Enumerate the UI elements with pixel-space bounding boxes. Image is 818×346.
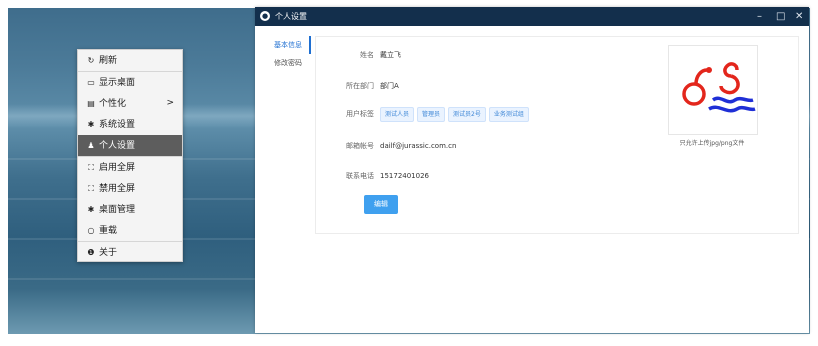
user-icon: ♟ (87, 141, 95, 150)
menu-item-show-desktop[interactable]: ▭ 显示桌面 (78, 72, 182, 93)
window-content: 基本信息 修改密码 姓名 戴立飞 所在部门 部门A 用户标签 测试人员 管理员 测试员2号… (255, 26, 809, 333)
menu-item-refresh[interactable]: ↻ 刷新 (78, 50, 182, 71)
monitor-icon: ▭ (87, 78, 95, 87)
menu-item-label: 个人设置 (99, 141, 136, 151)
menu-item-desktop-manage[interactable]: ✱ 桌面管理 (78, 199, 182, 220)
personal-settings-window: ● 个人设置 – □ ✕ 基本信息 修改密码 姓名 戴立飞 所在部门 部门A 用户标… (255, 7, 809, 333)
tags-row: 用户标签 测试人员 管理员 测试员2号 业务测试组 (334, 107, 532, 122)
menu-item-disable-fullscreen[interactable]: ⛶ 禁用全屏 (78, 178, 182, 199)
menu-item-label: 关于 (99, 248, 118, 258)
dept-value: 部门A (380, 82, 399, 90)
menu-item-label: 个性化 (99, 99, 127, 109)
menu-item-system-settings[interactable]: ✱ 系统设置 (78, 114, 182, 135)
info-icon: ❶ (87, 248, 95, 257)
menu-item-label: 刷新 (99, 56, 118, 66)
menu-item-label: 显示桌面 (99, 78, 136, 88)
dept-row: 所在部门 部门A (334, 81, 399, 91)
menu-item-label: 桌面管理 (99, 205, 136, 215)
menu-item-reload[interactable]: ○ 重载 (78, 220, 182, 241)
power-icon: ○ (87, 226, 95, 235)
name-label: 姓名 (360, 51, 374, 59)
avatar-logo-image (682, 62, 756, 113)
menu-item-enable-fullscreen[interactable]: ⛶ 启用全屏 (78, 157, 182, 178)
menu-item-label: 系统设置 (99, 120, 136, 130)
refresh-icon: ↻ (87, 56, 95, 65)
user-tag: 业务测试组 (488, 107, 529, 122)
user-icon: ● (260, 11, 270, 21)
user-tag: 测试员2号 (448, 107, 486, 122)
tab-basic-info[interactable]: 基本信息 (265, 36, 311, 54)
user-tag: 管理员 (417, 107, 446, 122)
settings-tabs: 基本信息 修改密码 (265, 36, 311, 72)
exit-fullscreen-icon: ⛶ (88, 184, 94, 193)
user-tag: 测试人员 (380, 107, 415, 122)
menu-item-personalize[interactable]: ▤ 个性化 > (78, 93, 182, 114)
chevron-right-icon: > (166, 98, 174, 108)
menu-item-label: 禁用全屏 (99, 184, 136, 194)
profile-panel: 姓名 戴立飞 所在部门 部门A 用户标签 测试人员 管理员 测试员2号 业务测试组 邮箱帐号… (315, 36, 799, 234)
menu-item-personal-settings[interactable]: ♟ 个人设置 (78, 135, 182, 156)
gear-icon: ✱ (87, 205, 95, 214)
minimize-button[interactable]: – (757, 7, 762, 26)
name-value: 戴立飞 (380, 51, 401, 59)
maximize-button[interactable]: □ (776, 7, 785, 26)
email-label: 邮箱帐号 (346, 142, 374, 150)
name-row: 姓名 戴立飞 (334, 50, 401, 60)
menu-item-label: 启用全屏 (99, 163, 136, 173)
phone-value: 15172401026 (380, 172, 429, 180)
phone-label: 联系电话 (346, 172, 374, 180)
avatar-upload[interactable] (668, 45, 758, 135)
tab-change-password[interactable]: 修改密码 (265, 54, 311, 72)
desktop-context-menu: ↻ 刷新 ▭ 显示桌面 ▤ 个性化 > ✱ 系统设置 ♟ 个人设置 ⛶ 启用全屏 ⛶ 禁用全屏… (77, 49, 183, 262)
dept-label: 所在部门 (346, 82, 374, 90)
phone-row: 联系电话 15172401026 (334, 171, 429, 181)
email-row: 邮箱帐号 dailf@jurassic.com.cn (334, 141, 456, 151)
fullscreen-icon: ⛶ (88, 163, 94, 172)
upload-hint: 只允许上传jpg/png文件 (679, 140, 745, 147)
email-value: dailf@jurassic.com.cn (380, 142, 457, 150)
window-titlebar[interactable]: ● 个人设置 – □ ✕ (255, 7, 809, 26)
close-button[interactable]: ✕ (795, 7, 803, 26)
edit-button[interactable]: 编辑 (364, 195, 398, 214)
gear-icon: ✱ (87, 120, 95, 129)
menu-item-about[interactable]: ❶ 关于 (78, 242, 182, 263)
window-title: 个人设置 (275, 12, 307, 21)
menu-item-label: 重载 (99, 226, 118, 236)
tags-label: 用户标签 (346, 110, 374, 118)
personalize-icon: ▤ (87, 99, 95, 108)
